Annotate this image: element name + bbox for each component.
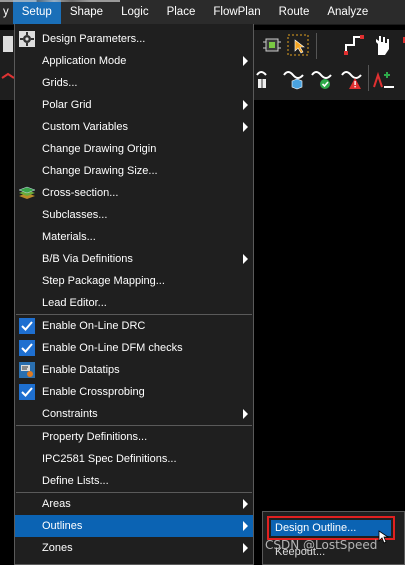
menu-route[interactable]: Route [270,0,319,24]
menu-item-label: Enable Datatips [42,364,120,376]
check-wave-icon[interactable] [310,67,334,91]
chip-icon[interactable] [260,33,284,57]
warning-icon[interactable] [340,67,364,91]
submenu-arrow-icon [243,543,248,553]
menu-item-constraints[interactable]: Constraints [15,403,253,425]
submenu-arrow-icon [243,499,248,509]
menu-item-change-drawing-size[interactable]: Change Drawing Size... [15,160,253,182]
menu-item-design-outline[interactable]: Design Outline... [275,517,356,539]
submenu-arrow-icon [243,56,248,66]
menu-item-label: Enable Crossprobing [42,386,145,398]
menu-item-label: Change Drawing Size... [42,165,158,177]
mouse-cursor-icon [378,530,390,544]
menu-item-label: Define Lists... [42,475,109,487]
menu-item-label: Constraints [42,408,98,420]
submenu-arrow-icon [243,122,248,132]
layer-stack-icon [18,184,36,202]
submenu-arrow-icon [243,521,248,531]
menu-flowplan[interactable]: FlowPlan [204,0,269,24]
menu-item-label: Outlines [42,520,83,532]
menu-item-enable-online-drc[interactable]: Enable On-Line DRC [15,315,253,337]
menu-item-label: Custom Variables [42,121,128,133]
menu-item-label: B/B Via Definitions [42,253,133,265]
menu-logic[interactable]: Logic [112,0,158,24]
menu-item-label: Change Drawing Origin [42,143,157,155]
toolbar-row-1 [254,30,405,62]
setup-menu: Design Parameters... Application Mode Gr… [14,24,254,565]
menu-item-subclasses[interactable]: Subclasses... [15,204,253,226]
menu-shape[interactable]: Shape [61,0,112,24]
pin-icon[interactable] [395,33,405,57]
menu-item-materials[interactable]: Materials... [15,226,253,248]
menu-item-enable-online-dfm[interactable]: Enable On-Line DFM checks [15,337,253,359]
toolbar [254,30,405,100]
menu-item-label: Zones [42,542,73,554]
menu-item-label: Application Mode [42,55,127,67]
submenu-arrow-icon [243,254,248,264]
menu-item-polar-grid[interactable]: Polar Grid [15,94,253,116]
add-net-icon[interactable] [372,67,396,91]
open-book-icon[interactable] [255,67,279,91]
menu-item-label: Lead Editor... [42,297,107,309]
toolbar-row-2 [254,65,405,97]
watermark: CSDN @LostSpeed [265,538,378,552]
menu-item-custom-variables[interactable]: Custom Variables [15,116,253,138]
menu-item-label: Enable On-Line DRC [42,320,146,332]
menu-item-label: Grids... [42,77,78,89]
title-strip [0,0,120,2]
toolbar-separator [316,33,317,59]
menu-item-zones[interactable]: Zones [15,537,253,559]
hand-pointer-icon[interactable] [370,33,394,57]
menu-item-grids[interactable]: Grids... [15,72,253,94]
menu-item-enable-datatips[interactable]: Enable Datatips [15,359,253,381]
checkmark-icon [18,317,36,335]
menu-item-define-lists[interactable]: Define Lists... [15,470,253,492]
menu-item-label: Polar Grid [42,99,92,111]
menu-item-label: Property Definitions... [42,431,148,443]
toolbar-separator [368,65,369,91]
checkmark-icon [18,383,36,401]
cube-icon[interactable] [282,67,306,91]
menu-item-label: Design Parameters... [42,33,146,45]
menu-item-outlines[interactable]: Outlines [15,515,253,537]
datatip-icon [18,361,36,379]
menu-item-application-mode[interactable]: Application Mode [15,50,253,72]
checkmark-icon [18,339,36,357]
menu-item-label: IPC2581 Spec Definitions... [42,453,177,465]
submenu-arrow-icon [243,409,248,419]
menu-item-label: Cross-section... [42,187,119,199]
menu-item-ipc2581-spec[interactable]: IPC2581 Spec Definitions... [15,448,253,470]
menu-item-areas[interactable]: Areas [15,493,253,515]
menu-y[interactable]: y [0,0,13,24]
menu-item-label: Enable On-Line DFM checks [42,342,183,354]
gear-icon [18,30,36,48]
menu-item-label: Subclasses... [42,209,108,221]
menu-item-label: Areas [42,498,71,510]
menu-item-bb-via-definitions[interactable]: B/B Via Definitions [15,248,253,270]
menu-item-label: Materials... [42,231,96,243]
menu-item-change-drawing-origin[interactable]: Change Drawing Origin [15,138,253,160]
menu-item-cross-section[interactable]: Cross-section... [15,182,253,204]
menu-item-lead-editor[interactable]: Lead Editor... [15,292,253,314]
select-cursor-icon[interactable] [286,33,310,57]
menubar: y Setup Shape Logic Place FlowPlan Route… [0,0,405,25]
menu-item-enable-crossprobing[interactable]: Enable Crossprobing [15,381,253,403]
route-path-icon[interactable] [342,33,366,57]
menu-place[interactable]: Place [158,0,205,24]
menu-item-design-parameters[interactable]: Design Parameters... [15,28,253,50]
menu-item-label: Step Package Mapping... [42,275,165,287]
menu-item-property-definitions[interactable]: Property Definitions... [15,426,253,448]
menu-setup[interactable]: Setup [12,0,61,24]
menu-item-step-package-mapping[interactable]: Step Package Mapping... [15,270,253,292]
menu-analyze[interactable]: Analyze [318,0,377,24]
submenu-arrow-icon [243,100,248,110]
